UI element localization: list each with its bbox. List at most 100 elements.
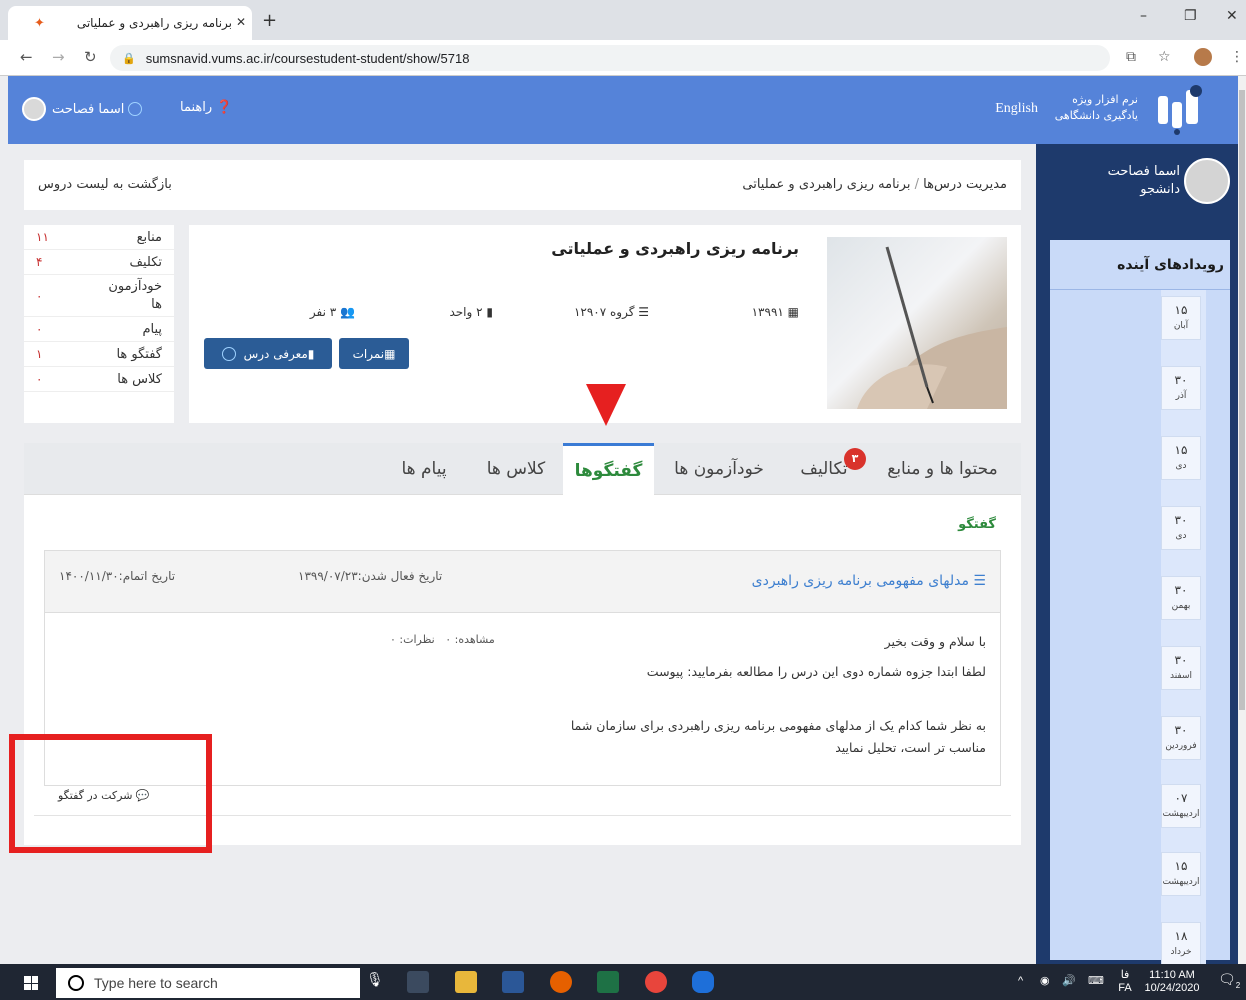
event-month: دی — [1175, 531, 1187, 541]
event-item[interactable]: ۳۰ آذر — [1161, 366, 1201, 410]
clock[interactable]: 11:10 AM 10/24/2020 — [1140, 969, 1204, 995]
file-explorer-icon[interactable] — [455, 971, 477, 993]
course-year-value: ۱۳۹۹۱ — [751, 305, 784, 319]
word-icon[interactable] — [502, 971, 524, 993]
stat-resources[interactable]: منابع ۱۱ — [24, 225, 174, 250]
browser-tab-strip: ✦ برنامه ریزی راهبردی و عملیاتی ✕ + – ❐ … — [0, 0, 1246, 40]
reload-icon[interactable]: ↻ — [84, 48, 97, 66]
browser-menu-icon[interactable]: ⋮ — [1230, 49, 1244, 65]
course-year: ▦ ۱۳۹۹۱ — [752, 305, 799, 319]
event-item[interactable]: ۱۸ خرداد — [1161, 922, 1201, 966]
event-month: اسفند — [1169, 671, 1193, 681]
address-bar-row: ← → ↻ 🔒 sumsnavid.vums.ac.ir/coursestude… — [0, 40, 1246, 76]
event-item[interactable]: ۳۰ فروردین — [1161, 716, 1201, 760]
breadcrumb-root-link[interactable]: مدیریت درس‌ها — [923, 177, 1007, 192]
tab-content-resources[interactable]: محتوا ها و منابع — [864, 443, 1021, 495]
stat-value: ۰ — [36, 372, 43, 386]
user-info-icon — [128, 102, 143, 116]
microphone-icon[interactable]: 🎙 — [366, 972, 384, 986]
post-stats: مشاهده: ۰ نظرات: ۰ — [390, 629, 495, 651]
language-indicator-top: فا — [1120, 969, 1130, 981]
tray-network-icon[interactable]: ◉ — [1040, 975, 1050, 988]
language-indicator[interactable]: فا FA — [1114, 969, 1136, 995]
event-day: ۱۵ — [1174, 859, 1188, 873]
clock-date: 10/24/2020 — [1144, 982, 1200, 994]
stat-quizzes[interactable]: خودآزمون ها ۰ — [24, 275, 174, 317]
tab-classes[interactable]: کلاس ها — [469, 443, 563, 495]
security-shield-icon[interactable] — [692, 971, 714, 993]
chrome-icon[interactable] — [645, 971, 667, 993]
remote-desktop-icon[interactable] — [407, 971, 429, 993]
taskbar-search-input[interactable]: Type here to search — [56, 968, 360, 998]
post-line: با سلام و وقت بخیر — [884, 634, 986, 649]
user-menu[interactable]: اسما فصاحت — [22, 96, 146, 122]
browser-tab[interactable]: ✦ برنامه ریزی راهبردی و عملیاتی ✕ — [8, 6, 252, 40]
red-arrow-annotation — [586, 384, 626, 426]
firefox-icon[interactable] — [550, 971, 572, 993]
upcoming-events-panel: رویدادهای آینده — [1050, 240, 1230, 970]
course-tabs: محتوا ها و منابع تکالیف ۳ خودآزمون ها گف… — [24, 443, 1021, 495]
stat-label: پیام — [142, 321, 162, 337]
event-item[interactable]: ۰۷ اردیبهشت — [1161, 784, 1201, 828]
assignments-count-badge: ۳ — [844, 448, 866, 470]
url-input[interactable]: 🔒 sumsnavid.vums.ac.ir/coursestudent-stu… — [110, 45, 1110, 71]
stat-assignments[interactable]: تکلیف ۴ — [24, 250, 174, 275]
event-item[interactable]: ۳۰ بهمن — [1161, 576, 1201, 620]
menu-icon: ☰ — [968, 573, 986, 589]
post-views: مشاهده: ۰ — [445, 633, 495, 646]
stat-classes[interactable]: کلاس ها ۰ — [24, 367, 174, 392]
sidebar-user: اسما فصاحت دانشجو — [1108, 158, 1230, 204]
stat-value: ۰ — [36, 322, 43, 336]
windows-start-icon[interactable] — [24, 976, 38, 990]
post-title-link[interactable]: ☰ مدلهای مفهومی برنامه ریزی راهبردی — [752, 573, 986, 589]
course-intro-button[interactable]: ▮ معرفی درس — [204, 338, 332, 369]
grades-label: نمرات — [352, 346, 385, 361]
excel-icon[interactable] — [597, 971, 619, 993]
tab-close-icon[interactable]: ✕ — [236, 15, 246, 29]
language-switch-link[interactable]: English — [995, 101, 1038, 117]
stat-messages[interactable]: پیام ۰ — [24, 317, 174, 342]
back-icon[interactable]: ← — [20, 48, 33, 66]
help-label: راهنما — [180, 100, 213, 115]
stat-value: ۱۱ — [36, 230, 49, 244]
forward-icon[interactable]: → — [52, 48, 65, 66]
event-item[interactable]: ۱۵ دی — [1161, 436, 1201, 480]
notifications-icon[interactable]: 🗨2 — [1218, 972, 1240, 992]
profile-avatar[interactable] — [1194, 48, 1212, 66]
stat-discussions[interactable]: گفتگو ها ۱ — [24, 342, 174, 367]
volume-icon[interactable]: 🔊 — [1062, 975, 1076, 988]
tab-quizzes[interactable]: خودآزمون ها — [654, 443, 784, 495]
event-item[interactable]: ۱۵ آبان — [1161, 296, 1201, 340]
keyboard-icon[interactable]: ⌨ — [1088, 975, 1104, 988]
event-item[interactable]: ۳۰ اسفند — [1161, 646, 1201, 690]
stat-label: گفتگو ها — [116, 346, 162, 362]
lock-icon: 🔒 — [122, 52, 136, 65]
page-scrollbar[interactable] — [1238, 76, 1246, 964]
help-link[interactable]: ❓ راهنما — [180, 100, 232, 115]
event-item[interactable]: ۱۵ اردیبهشت — [1161, 852, 1201, 896]
tab-messages[interactable]: پیام ها — [379, 443, 469, 495]
back-to-courses-link[interactable]: بازگشت به لیست دروس — [38, 177, 172, 192]
post-end-date: تاریخ اتمام:۱۴۰۰/۱۱/۳۰ — [59, 569, 176, 583]
window-close-icon[interactable]: ✕ — [1226, 8, 1238, 24]
app-logo-text: نرم افزار ویژه یادگیری دانشگاهی — [1055, 92, 1138, 124]
tab-discussions[interactable]: گفتگوها — [563, 443, 654, 495]
red-highlight-box — [9, 734, 212, 853]
grades-button[interactable]: ▦ نمرات — [339, 338, 409, 369]
logo-line2: یادگیری دانشگاهی — [1054, 109, 1138, 122]
translate-icon[interactable]: ⧉ — [1126, 49, 1136, 65]
windows-taskbar: Type here to search 🎙 ^ ◉ 🔊 ⌨ فا FA 11:1… — [0, 964, 1246, 1000]
event-item[interactable]: ۳۰ دی — [1161, 506, 1201, 550]
event-month: اردیبهشت — [1162, 809, 1200, 819]
new-tab-icon[interactable]: + — [262, 10, 277, 31]
avatar — [1184, 158, 1230, 204]
course-image — [827, 237, 1007, 409]
minimize-icon[interactable]: – — [1140, 8, 1147, 24]
stat-label: کلاس ها — [117, 371, 162, 387]
bookmark-star-icon[interactable]: ☆ — [1158, 49, 1171, 65]
post-line: لطفا ابتدا جزوه شماره دوی این درس را مطا… — [646, 664, 986, 679]
scrollbar-thumb[interactable] — [1239, 90, 1245, 710]
tray-chevron-up-icon[interactable]: ^ — [1018, 975, 1023, 988]
restore-icon[interactable]: ❐ — [1184, 8, 1197, 24]
event-month: آذر — [1175, 391, 1187, 401]
